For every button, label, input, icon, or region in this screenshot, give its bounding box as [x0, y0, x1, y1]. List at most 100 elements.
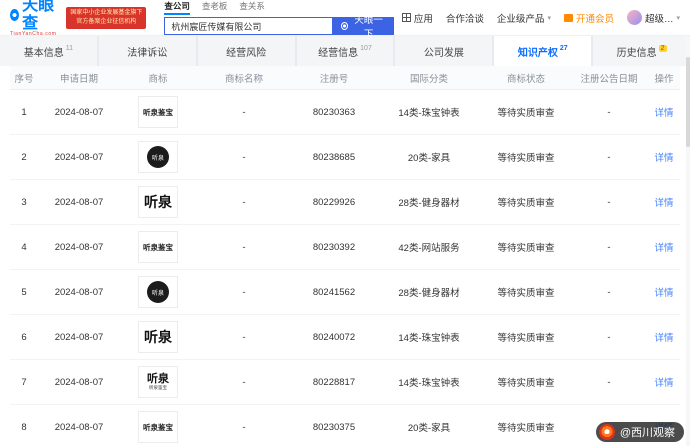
registration-number: 80229926 — [312, 196, 356, 208]
detail-link[interactable]: 详情 — [654, 378, 673, 389]
nav-apps[interactable]: 应用 — [401, 11, 433, 25]
serial-number: 7 — [21, 376, 27, 388]
trademark-table: 序号 申请日期 商标 商标名称 注册号 国际分类 商标状态 注册公告日期 操作 … — [0, 66, 690, 446]
column-header-trademark-name: 商标名称 — [224, 73, 263, 85]
top-header: 天眼查 TianYanCha.com 国家中小企业发展基金旗下 官方备案企业征信… — [0, 0, 690, 40]
column-header-publication-date: 注册公告日期 — [580, 73, 638, 85]
nav-vip-label: 开通会员 — [575, 13, 614, 25]
detail-link[interactable]: 详情 — [654, 153, 673, 164]
tab-history-info[interactable]: 历史信息 2 — [593, 36, 690, 66]
tab-count: 107 — [360, 44, 372, 52]
tab-legal-proceedings[interactable]: 法律诉讼 — [98, 36, 196, 66]
watermark-text: @西川观察 — [619, 427, 675, 439]
logo-text: 天眼查 — [22, 0, 55, 32]
trademark-status: 等待实质审查 — [497, 423, 555, 434]
trademark-image-subtext: 听泉鉴宝 — [149, 385, 167, 390]
search-button[interactable]: 天眼一下 — [332, 15, 394, 40]
tianyancha-logo[interactable]: 天眼查 TianYanCha.com — [10, 0, 58, 38]
detail-link[interactable]: 详情 — [654, 108, 673, 119]
table-header-row: 序号 申请日期 商标 商标名称 注册号 国际分类 商标状态 注册公告日期 操作 — [10, 66, 680, 90]
gov-badge-line1: 国家中小企业发展基金旗下 — [70, 9, 143, 16]
trademark-cell: 听泉鉴宝 — [120, 411, 196, 443]
trademark-image[interactable]: 听泉 — [138, 186, 178, 218]
trademark-cell: 听泉鉴宝 — [120, 96, 196, 128]
trademark-image[interactable]: 听泉 — [138, 321, 178, 353]
search-area: 查公司 查老板 查关系 天眼一下 — [164, 0, 394, 40]
search-input[interactable] — [164, 17, 333, 35]
nav-open-vip[interactable]: 开通会员 — [563, 11, 614, 25]
tab-count: 11 — [65, 44, 74, 52]
trademark-image[interactable]: 听泉 — [138, 276, 178, 308]
detail-link[interactable]: 详情 — [654, 243, 673, 254]
gov-badge-line2: 官方备案企业征信机构 — [76, 18, 137, 25]
nav-user-account[interactable]: 超级… ▾ — [626, 10, 680, 25]
search-button-eye-icon — [341, 22, 349, 30]
gift-icon — [563, 13, 573, 22]
trademark-cell: 听泉鉴宝 — [120, 231, 196, 263]
trademark-name: - — [242, 331, 246, 343]
tab-intellectual-property[interactable]: 知识产权 27 — [494, 36, 592, 66]
trademark-image-text: 听泉鉴宝 — [143, 422, 173, 432]
avatar — [626, 10, 642, 25]
trademark-image[interactable]: 听泉鉴宝 — [138, 231, 178, 263]
nav-enterprise-products[interactable]: 企业级产品 ▾ — [497, 11, 551, 25]
column-header-registration-number: 注册号 — [319, 73, 349, 85]
international-class: 14类-珠宝钟表 — [398, 108, 460, 119]
nav-user-label: 超级… — [644, 13, 674, 25]
registration-number: 80228817 — [312, 376, 356, 388]
apply-date: 2024-08-07 — [54, 421, 104, 433]
trademark-status: 等待实质审查 — [497, 333, 555, 344]
trademark-image-text: 听泉 — [147, 281, 169, 303]
trademark-image[interactable]: 听泉鉴宝 — [138, 411, 178, 443]
publication-date: - — [607, 286, 611, 298]
nav-enterprise-label: 企业级产品 — [496, 13, 545, 25]
top-nav: 应用 合作洽谈 企业级产品 ▾ 开通会员 超级… ▾ — [401, 10, 680, 25]
tab-label: 经营信息 — [318, 47, 359, 59]
trademark-cell: 听泉 听泉鉴宝 — [120, 366, 196, 398]
apply-date: 2024-08-07 — [54, 196, 104, 208]
scrollbar-track — [686, 37, 690, 446]
trademark-image-text: 听泉鉴宝 — [143, 242, 173, 252]
serial-number: 4 — [21, 241, 27, 253]
table-row: 8 2024-08-07 听泉鉴宝 - 80230375 20类-家具 等待实质… — [10, 405, 680, 446]
detail-link[interactable]: 详情 — [654, 333, 673, 344]
trademark-cell: 听泉 — [120, 321, 196, 353]
nav-cooperation[interactable]: 合作洽谈 — [446, 11, 484, 25]
trademark-image-text: 听泉 — [144, 195, 172, 211]
tab-label: 历史信息 — [616, 47, 657, 59]
international-class: 28类-健身器材 — [398, 288, 460, 299]
trademark-image[interactable]: 听泉 听泉鉴宝 — [138, 366, 178, 398]
tab-operating-risk[interactable]: 经营风险 — [197, 36, 295, 66]
detail-link[interactable]: 详情 — [654, 288, 673, 299]
international-class: 28类-健身器材 — [398, 198, 460, 209]
logo-eye-icon — [10, 8, 20, 21]
tab-operating-info[interactable]: 经营信息 107 — [296, 36, 394, 66]
registration-number: 80230392 — [312, 241, 356, 253]
registration-number: 80240072 — [312, 331, 356, 343]
publication-date: - — [607, 241, 611, 253]
trademark-image[interactable]: 听泉鉴宝 — [138, 96, 178, 128]
tab-company-development[interactable]: 公司发展 — [395, 36, 493, 66]
trademark-image-text: 听泉 — [147, 372, 169, 385]
publication-date: - — [607, 106, 611, 118]
column-header-international-class: 国际分类 — [409, 73, 448, 85]
apply-date: 2024-08-07 — [54, 331, 104, 343]
search-tab-relation[interactable]: 查关系 — [239, 0, 265, 15]
trademark-status: 等待实质审查 — [497, 198, 555, 209]
table-row: 5 2024-08-07 听泉 - 80241562 28类-健身器材 等待实质… — [10, 270, 680, 315]
publication-date: - — [607, 376, 611, 388]
scrollbar-thumb[interactable] — [686, 57, 690, 147]
international-class: 14类-珠宝钟表 — [398, 378, 460, 389]
tab-label: 公司发展 — [423, 47, 464, 59]
detail-link[interactable]: 详情 — [654, 198, 673, 209]
serial-number: 1 — [21, 106, 27, 118]
apply-date: 2024-08-07 — [54, 286, 104, 298]
trademark-image[interactable]: 听泉 — [138, 141, 178, 173]
tab-count: 27 — [559, 44, 568, 52]
publication-date: - — [607, 151, 611, 163]
publication-date: - — [607, 331, 611, 343]
tianyancha-trademark-page: 天眼查 TianYanCha.com 国家中小企业发展基金旗下 官方备案企业征信… — [0, 0, 690, 446]
tab-basic-info[interactable]: 基本信息 11 — [0, 36, 97, 66]
search-tab-boss[interactable]: 查老板 — [202, 0, 228, 15]
search-tab-company[interactable]: 查公司 — [164, 0, 190, 15]
